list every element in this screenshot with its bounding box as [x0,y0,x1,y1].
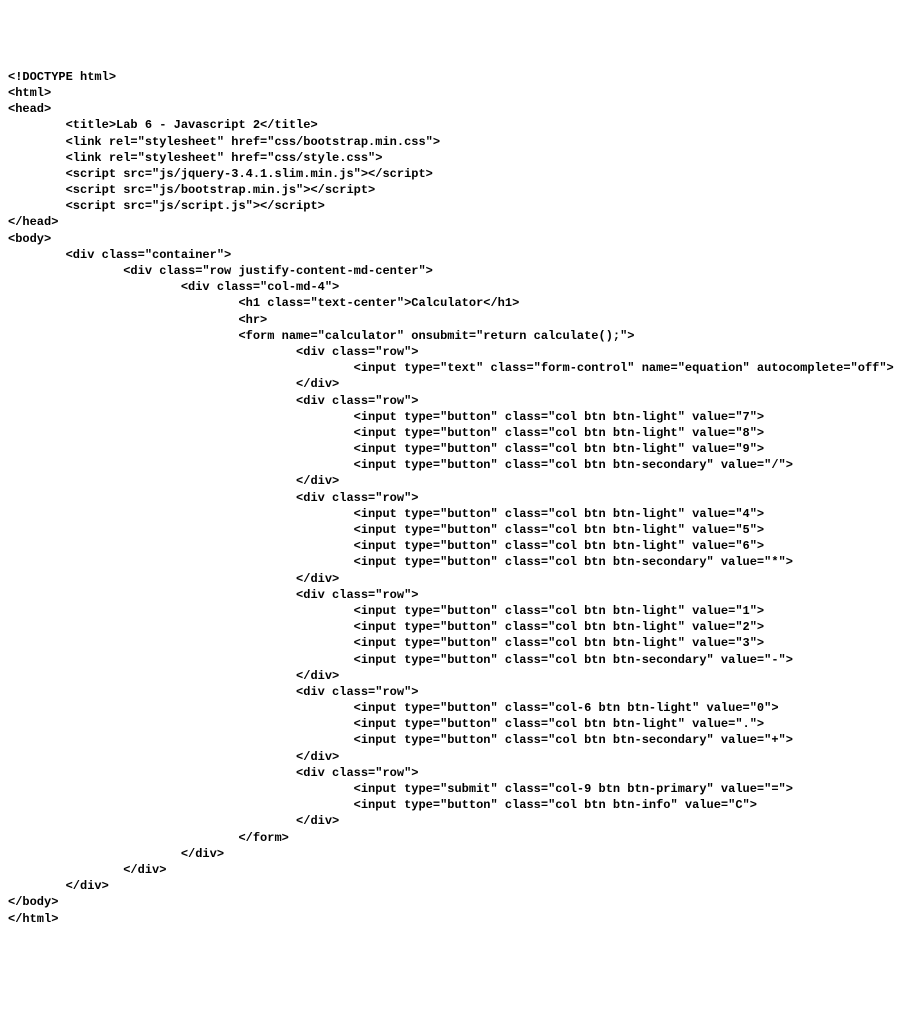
code-listing: <!DOCTYPE html> <html> <head> <title>Lab… [8,69,898,927]
